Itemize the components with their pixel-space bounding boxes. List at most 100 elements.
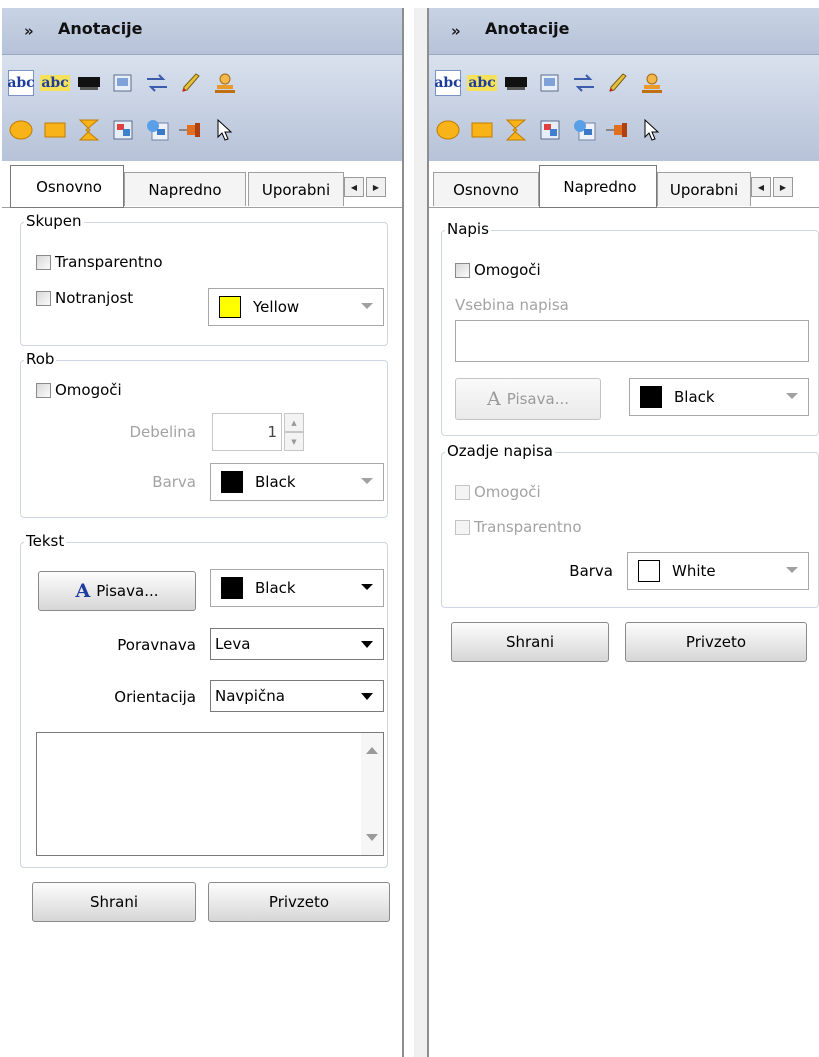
font-icon: A xyxy=(487,388,501,410)
default-button[interactable]: Privzeto xyxy=(625,622,807,662)
text-color-value: Black xyxy=(255,579,296,597)
color-swatch xyxy=(221,471,243,493)
image-icon[interactable] xyxy=(110,117,136,143)
background-transparent-checkbox[interactable]: Transparentno xyxy=(455,518,582,536)
scroll-up-icon[interactable] xyxy=(366,747,378,754)
chevron-down-icon xyxy=(786,393,798,399)
pencil-icon[interactable] xyxy=(178,70,204,96)
tab-napredno[interactable]: Napredno xyxy=(124,172,246,206)
caption-color-value: Black xyxy=(674,388,715,406)
polygon-icon[interactable] xyxy=(503,117,529,143)
pencil-icon[interactable] xyxy=(605,70,631,96)
tab-scroll-right-icon[interactable]: ▶ xyxy=(773,177,793,197)
spin-down-icon[interactable]: ▼ xyxy=(284,432,304,451)
tab-uporabni[interactable]: Uporabni xyxy=(248,172,344,206)
panel-header[interactable]: » Anotacije xyxy=(2,8,402,55)
caption-font-button[interactable]: A Pisava... xyxy=(455,378,601,420)
background-color-dropdown[interactable]: White xyxy=(627,552,809,590)
save-button[interactable]: Shrani xyxy=(451,622,609,662)
rectangle-icon[interactable] xyxy=(42,117,68,143)
stamp-icon[interactable] xyxy=(639,70,665,96)
thickness-input[interactable]: 1 xyxy=(212,413,282,451)
group-tekst-label: Tekst xyxy=(24,532,67,550)
panel-title: Anotacije xyxy=(485,19,570,38)
interior-color-value: Yellow xyxy=(253,298,300,316)
pushpin-icon[interactable] xyxy=(605,117,631,143)
tab-napredno[interactable]: Napredno xyxy=(539,165,657,208)
interior-checkbox[interactable]: Notranjost xyxy=(36,289,133,307)
background-enable-label: Omogoči xyxy=(474,483,541,501)
ellipse-icon[interactable] xyxy=(435,117,461,143)
align-label: Poravnava xyxy=(117,636,196,654)
highlight-text-icon[interactable]: abc xyxy=(40,70,70,96)
group-rob-label: Rob xyxy=(24,350,57,368)
interior-color-dropdown[interactable]: Yellow xyxy=(208,288,384,326)
caption-enable-checkbox[interactable]: Omogoči xyxy=(455,261,541,279)
tab-osnovno[interactable]: Osnovno xyxy=(10,165,124,208)
rectangle-icon[interactable] xyxy=(469,117,495,143)
text-scrollbar[interactable] xyxy=(361,733,383,855)
tab-uporabni[interactable]: Uporabni xyxy=(657,172,751,206)
highlight-text-icon[interactable]: abc xyxy=(467,70,497,96)
text-abc-icon[interactable]: abc xyxy=(434,70,462,96)
orientation-select[interactable]: Navpična xyxy=(210,680,384,712)
annotation-toolbar: abc abc xyxy=(2,55,402,161)
caption-font-button-label: Pisava... xyxy=(506,390,569,408)
spin-up-icon[interactable]: ▲ xyxy=(284,413,304,432)
select-pointer-icon[interactable] xyxy=(639,117,665,143)
collapse-chevron-icon[interactable]: » xyxy=(451,22,461,40)
tab-strip: Osnovno Napredno Uporabni ◀ ▶ xyxy=(2,161,402,208)
font-button-label: Pisava... xyxy=(96,582,159,600)
default-button[interactable]: Privzeto xyxy=(208,882,390,922)
text-abc-icon[interactable]: abc xyxy=(7,70,35,96)
align-select[interactable]: Leva xyxy=(210,628,384,660)
pushpin-icon[interactable] xyxy=(178,117,204,143)
chevron-down-icon xyxy=(786,567,798,573)
link-icon[interactable] xyxy=(571,70,597,96)
attachment-icon[interactable] xyxy=(144,117,170,143)
tab-scroll-left-icon[interactable]: ◀ xyxy=(751,177,771,197)
ellipse-icon[interactable] xyxy=(8,117,34,143)
strikeout-icon[interactable] xyxy=(76,70,102,96)
transparent-checkbox-label: Transparentno xyxy=(55,253,163,271)
attachment-icon[interactable] xyxy=(571,117,597,143)
color-swatch xyxy=(640,386,662,408)
text-content-area[interactable] xyxy=(36,732,384,856)
image-icon[interactable] xyxy=(537,117,563,143)
chevron-down-icon xyxy=(361,478,373,484)
transparent-checkbox[interactable]: Transparentno xyxy=(36,253,163,271)
color-swatch xyxy=(221,577,243,599)
select-pointer-icon[interactable] xyxy=(212,117,238,143)
font-button[interactable]: A Pisava... xyxy=(38,571,196,611)
font-icon: A xyxy=(75,580,91,602)
tab-osnovno[interactable]: Osnovno xyxy=(433,172,539,206)
border-enable-label: Omogoči xyxy=(55,381,122,399)
scroll-down-icon[interactable] xyxy=(366,834,378,841)
note-icon[interactable] xyxy=(537,70,563,96)
panel-header[interactable]: » Anotacije xyxy=(429,8,819,55)
link-icon[interactable] xyxy=(144,70,170,96)
panel-separator[interactable] xyxy=(414,8,427,1057)
text-color-dropdown[interactable]: Black xyxy=(210,569,384,607)
stamp-icon[interactable] xyxy=(212,70,238,96)
save-button[interactable]: Shrani xyxy=(32,882,196,922)
polygon-icon[interactable] xyxy=(76,117,102,143)
group-skupen xyxy=(20,222,388,346)
interior-checkbox-label: Notranjost xyxy=(55,289,134,307)
note-icon[interactable] xyxy=(110,70,136,96)
left-annotations-panel: » Anotacije abc abc Osnovno Napredno Upo… xyxy=(2,8,404,1057)
caption-content-input[interactable] xyxy=(455,320,809,362)
tab-strip: Osnovno Napredno Uporabni ◀ ▶ xyxy=(429,161,819,208)
color-swatch xyxy=(219,296,241,318)
border-color-value: Black xyxy=(255,473,296,491)
border-enable-checkbox[interactable]: Omogoči xyxy=(36,381,122,399)
border-color-dropdown[interactable]: Black xyxy=(210,463,384,501)
background-enable-checkbox[interactable]: Omogoči xyxy=(455,483,541,501)
tab-scroll-right-icon[interactable]: ▶ xyxy=(366,177,386,197)
tab-scroll-left-icon[interactable]: ◀ xyxy=(344,177,364,197)
caption-color-dropdown[interactable]: Black xyxy=(629,378,809,416)
collapse-chevron-icon[interactable]: » xyxy=(24,22,34,40)
border-color-label: Barva xyxy=(152,473,196,491)
panel-title: Anotacije xyxy=(58,19,143,38)
strikeout-icon[interactable] xyxy=(503,70,529,96)
